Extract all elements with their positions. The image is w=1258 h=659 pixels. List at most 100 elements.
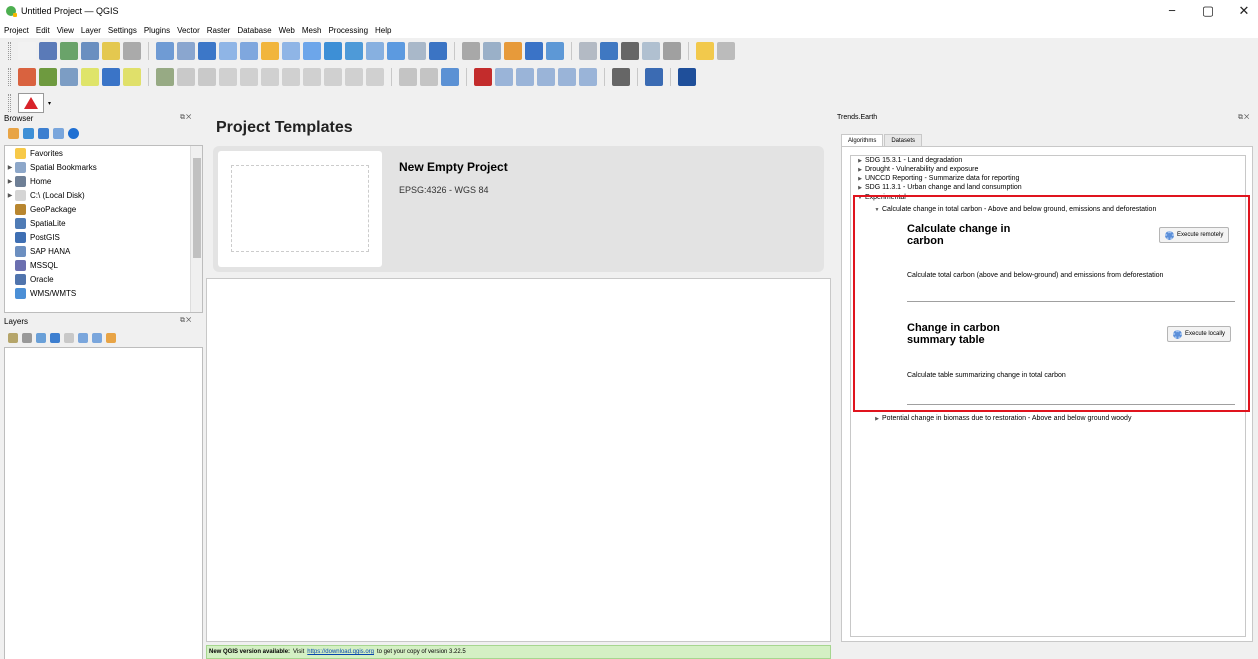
toolbar-grip[interactable] xyxy=(8,42,11,60)
toolbar-button-icon[interactable] xyxy=(642,42,660,60)
maximize-button[interactable]: ▢ xyxy=(1200,2,1216,20)
toolbar-button-icon[interactable] xyxy=(429,42,447,60)
remove-layer-icon[interactable] xyxy=(106,333,116,343)
menu-processing[interactable]: Processing xyxy=(328,26,368,35)
toolbar-button-icon[interactable] xyxy=(177,42,195,60)
expand-arrow-icon[interactable]: ▶ xyxy=(5,178,15,185)
toolbar-button-icon[interactable] xyxy=(123,42,141,60)
menu-edit[interactable]: Edit xyxy=(36,26,50,35)
toolbar-button-icon[interactable] xyxy=(366,42,384,60)
toolbar-button-icon[interactable] xyxy=(579,42,597,60)
collapse-all-icon[interactable] xyxy=(53,128,64,139)
browser-item[interactable]: ▶ Home xyxy=(5,174,191,188)
toolbar-button-icon[interactable] xyxy=(198,42,216,60)
layers-tree[interactable] xyxy=(4,347,203,659)
toolbar-button-icon[interactable] xyxy=(18,42,36,60)
browser-item[interactable]: ▶ C:\ (Local Disk) xyxy=(5,188,191,202)
toolbar-button-icon[interactable] xyxy=(60,68,78,86)
toolbar-button-icon[interactable] xyxy=(123,68,141,86)
download-link[interactable]: https://download.qgis.org xyxy=(307,649,374,655)
toolbar-button-icon[interactable] xyxy=(156,42,174,60)
toolbar-button-icon[interactable] xyxy=(696,42,714,60)
toolbar-grip[interactable] xyxy=(8,68,11,86)
minimize-button[interactable]: − xyxy=(1164,2,1180,20)
toolbar-button-icon[interactable] xyxy=(558,68,576,86)
toolbar-button-icon[interactable] xyxy=(717,42,735,60)
toolbar-button-icon[interactable] xyxy=(156,68,174,86)
toolbar-button-icon[interactable] xyxy=(408,42,426,60)
browser-item[interactable]: SAP HANA xyxy=(5,244,191,258)
menu-project[interactable]: Project xyxy=(4,26,29,35)
toolbar-button-icon[interactable] xyxy=(366,68,384,86)
toolbar-button-icon[interactable] xyxy=(240,68,258,86)
expand-all-icon[interactable] xyxy=(78,333,88,343)
tree-item-drought[interactable]: ▶ Drought - Vulnerability and exposure xyxy=(855,166,978,173)
toolbar-button-icon[interactable] xyxy=(198,68,216,86)
toolbar-button-icon[interactable] xyxy=(483,42,501,60)
browser-scrollbar[interactable] xyxy=(190,146,202,312)
toolbar-button-icon[interactable] xyxy=(39,68,57,86)
trends-earth-icon[interactable] xyxy=(18,93,44,113)
toolbar-button-icon[interactable] xyxy=(441,68,459,86)
toolbar-button-icon[interactable] xyxy=(462,42,480,60)
browser-item[interactable]: Oracle xyxy=(5,272,191,286)
menu-plugins[interactable]: Plugins xyxy=(144,26,170,35)
toolbar-grip[interactable] xyxy=(8,94,11,112)
toolbar-button-icon[interactable] xyxy=(303,68,321,86)
toolbar-button-icon[interactable] xyxy=(345,42,363,60)
browser-item[interactable]: PostGIS xyxy=(5,230,191,244)
menu-layer[interactable]: Layer xyxy=(81,26,101,35)
layers-panel-buttons[interactable]: ⧉✕ xyxy=(180,317,192,325)
tree-item-biomass-restoration[interactable]: ▶ Potential change in biomass due to rest… xyxy=(872,415,1131,422)
browser-item[interactable]: GeoPackage xyxy=(5,202,191,216)
add-layer-icon[interactable] xyxy=(8,128,19,139)
visibility-icon[interactable] xyxy=(36,333,46,343)
toolbar-button-icon[interactable] xyxy=(525,42,543,60)
toolbar-button-icon[interactable] xyxy=(324,68,342,86)
toolbar-button-icon[interactable] xyxy=(663,42,681,60)
tree-item-unccd[interactable]: ▶ UNCCD Reporting - Summarize data for re… xyxy=(855,175,1019,182)
toolbar-button-icon[interactable] xyxy=(18,68,36,86)
toolbar-button-icon[interactable] xyxy=(219,68,237,86)
toolbar-button-icon[interactable] xyxy=(81,42,99,60)
filter-legend-icon[interactable] xyxy=(50,333,60,343)
toolbar-button-icon[interactable] xyxy=(60,42,78,60)
browser-panel-buttons[interactable]: ⧉✕ xyxy=(180,114,192,122)
menu-raster[interactable]: Raster xyxy=(207,26,231,35)
toolbar-button-icon[interactable] xyxy=(324,42,342,60)
expression-filter-icon[interactable] xyxy=(64,333,74,343)
toolbar-button-icon[interactable] xyxy=(240,42,258,60)
close-button[interactable]: ✕ xyxy=(1236,2,1252,20)
menu-help[interactable]: Help xyxy=(375,26,391,35)
browser-item[interactable]: MSSQL xyxy=(5,258,191,272)
expand-arrow-icon[interactable]: ▶ xyxy=(5,192,15,199)
trends-earth-panel-buttons[interactable]: ⧉✕ xyxy=(1238,114,1250,122)
browser-item[interactable]: WMS/WMTS xyxy=(5,286,191,300)
browser-item[interactable]: ▶ Spatial Bookmarks xyxy=(5,160,191,174)
toolbar-button-icon[interactable] xyxy=(612,68,630,86)
tree-item-sdg-15-3-1[interactable]: ▶ SDG 15.3.1 - Land degradation xyxy=(855,157,962,164)
toolbar-button-icon[interactable] xyxy=(282,68,300,86)
expand-arrow-icon[interactable]: ▶ xyxy=(5,164,15,171)
template-card-new-empty[interactable]: New Empty Project EPSG:4326 - WGS 84 xyxy=(213,146,824,272)
toolbar-button-icon[interactable] xyxy=(579,68,597,86)
toolbar-button-icon[interactable] xyxy=(474,68,492,86)
menu-settings[interactable]: Settings xyxy=(108,26,137,35)
toolbar-button-icon[interactable] xyxy=(177,68,195,86)
toolbar-button-icon[interactable] xyxy=(399,68,417,86)
menu-database[interactable]: Database xyxy=(237,26,271,35)
toolbar-button-icon[interactable] xyxy=(219,42,237,60)
toolbar-button-icon[interactable] xyxy=(621,42,639,60)
toolbar-button-icon[interactable] xyxy=(537,68,555,86)
toolbar-button-icon[interactable] xyxy=(600,42,618,60)
toolbar-button-icon[interactable] xyxy=(645,68,663,86)
browser-item[interactable]: Favorites xyxy=(5,146,191,160)
toolbar-button-icon[interactable] xyxy=(303,42,321,60)
toolbar-button-icon[interactable] xyxy=(102,68,120,86)
toolbar-button-icon[interactable] xyxy=(81,68,99,86)
menu-vector[interactable]: Vector xyxy=(177,26,200,35)
collapse-all-layers-icon[interactable] xyxy=(92,333,102,343)
info-icon[interactable] xyxy=(68,128,79,139)
toolbar-button-icon[interactable] xyxy=(102,42,120,60)
toolbar-button-icon[interactable] xyxy=(261,42,279,60)
